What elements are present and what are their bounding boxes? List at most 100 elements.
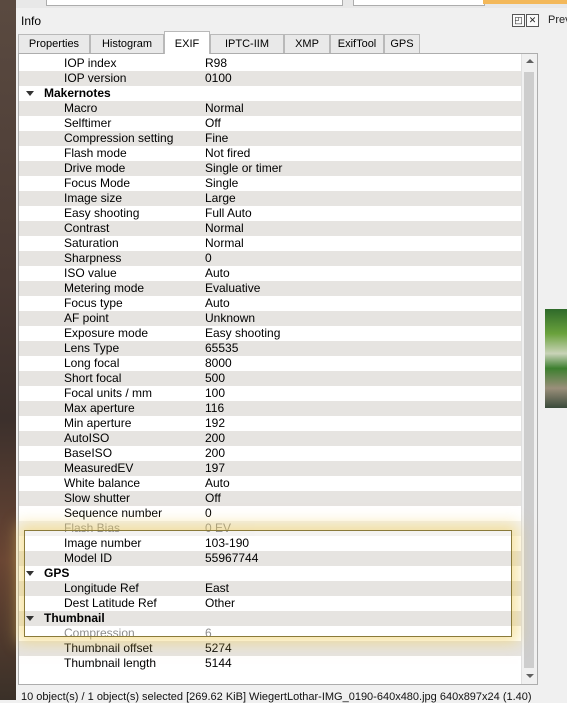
vertical-scrollbar[interactable] — [521, 54, 537, 684]
scroll-up-icon[interactable] — [526, 59, 534, 63]
table-row[interactable]: Focus type Auto — [19, 296, 523, 311]
table-row[interactable]: Image number 103-190 — [19, 536, 523, 551]
property-name: Thumbnail offset — [64, 641, 153, 655]
float-icon[interactable]: ◰ — [512, 14, 525, 27]
table-row[interactable]: White balance Auto — [19, 476, 523, 491]
property-value: 200 — [205, 431, 226, 445]
close-icon[interactable]: ✕ — [526, 14, 539, 27]
property-value: 103-190 — [205, 536, 250, 550]
tab-iptc-iim[interactable]: IPTC-IIM — [210, 34, 284, 53]
property-value: 8000 — [205, 356, 232, 370]
property-name: Selftimer — [64, 116, 112, 130]
property-name: Max aperture — [64, 401, 135, 415]
property-value: Not fired — [205, 146, 251, 160]
table-row[interactable]: Focal units / mm 100 — [19, 386, 523, 401]
table-row[interactable]: Model ID 55967744 — [19, 551, 523, 566]
table-row[interactable]: Longitude Ref East — [19, 581, 523, 596]
property-name: Sharpness — [64, 251, 122, 265]
property-name: Saturation — [64, 236, 119, 250]
table-row[interactable]: Image size Large — [19, 191, 523, 206]
property-name: MeasuredEV — [64, 461, 134, 475]
group-row[interactable]: Thumbnail — [19, 611, 523, 626]
property-name: ISO value — [64, 266, 117, 280]
property-name: Flash mode — [64, 146, 127, 160]
table-row[interactable]: Focus Mode Single — [19, 176, 523, 191]
property-value: Auto — [205, 476, 230, 490]
table-row[interactable]: AutoISO 200 — [19, 431, 523, 446]
table-row[interactable]: Selftimer Off — [19, 116, 523, 131]
table-row[interactable]: Compression setting Fine — [19, 131, 523, 146]
table-row[interactable]: Drive mode Single or timer — [19, 161, 523, 176]
property-name: IOP version — [64, 71, 127, 85]
table-row[interactable]: IOP index R98 — [19, 56, 523, 71]
property-value: 500 — [205, 371, 226, 385]
preview-image-partial — [545, 309, 567, 408]
property-name: BaseISO — [64, 446, 113, 460]
table-row[interactable]: AF point Unknown — [19, 311, 523, 326]
top-toolbar-partial — [16, 0, 567, 8]
scroll-down-icon[interactable] — [526, 674, 534, 678]
table-row[interactable]: Flash Bias 0 EV — [19, 521, 523, 536]
property-value: 5274 — [205, 641, 232, 655]
search-field-partial[interactable] — [46, 0, 343, 6]
table-row[interactable]: Flash mode Not fired — [19, 146, 523, 161]
table-row[interactable]: Compression 6 — [19, 626, 523, 641]
table-row[interactable]: Long focal 8000 — [19, 356, 523, 371]
table-row[interactable]: BaseISO 200 — [19, 446, 523, 461]
expand-arrow-icon[interactable] — [26, 91, 34, 96]
table-row[interactable]: Min aperture 192 — [19, 416, 523, 431]
tab-exif[interactable]: EXIF — [164, 31, 210, 54]
tab-histogram[interactable]: Histogram — [90, 34, 164, 53]
table-row[interactable]: Sharpness 0 — [19, 251, 523, 266]
exif-rows: IOP index R98 IOP version 0100 Makernotes Mac… — [19, 56, 523, 671]
property-name: Flash Bias — [64, 521, 121, 535]
property-value: 5144 — [205, 656, 232, 670]
table-row[interactable]: Dest Latitude Ref Other — [19, 596, 523, 611]
property-name: Focus type — [64, 296, 123, 310]
table-row[interactable]: Thumbnail offset 5274 — [19, 641, 523, 656]
table-row[interactable]: Sequence number 0 — [19, 506, 523, 521]
property-name: Easy shooting — [64, 206, 140, 220]
table-row[interactable]: Saturation Normal — [19, 236, 523, 251]
table-row[interactable]: Exposure mode Easy shooting — [19, 326, 523, 341]
property-name: Long focal — [64, 356, 120, 370]
table-row[interactable]: ISO value Auto — [19, 266, 523, 281]
table-row[interactable]: Lens Type 65535 — [19, 341, 523, 356]
table-row[interactable]: Contrast Normal — [19, 221, 523, 236]
property-value: 6 — [205, 626, 212, 640]
property-value: Full Auto — [205, 206, 252, 220]
table-row[interactable]: Slow shutter Off — [19, 491, 523, 506]
tab-gps[interactable]: GPS — [384, 34, 420, 53]
table-row[interactable]: IOP version 0100 — [19, 71, 523, 86]
property-name: AutoISO — [64, 431, 110, 445]
table-row[interactable]: MeasuredEV 197 — [19, 461, 523, 476]
property-name: Sequence number — [64, 506, 163, 520]
table-row[interactable]: Easy shooting Full Auto — [19, 206, 523, 221]
property-name: AF point — [64, 311, 109, 325]
scrollbar-thumb[interactable] — [524, 72, 534, 668]
table-row[interactable]: Thumbnail length 5144 — [19, 656, 523, 671]
property-name: Focal units / mm — [64, 386, 153, 400]
table-row[interactable]: Short focal 500 — [19, 371, 523, 386]
table-row[interactable]: Macro Normal — [19, 101, 523, 116]
tab-xmp[interactable]: XMP — [284, 34, 330, 53]
tab-properties[interactable]: Properties — [18, 34, 90, 53]
expand-arrow-icon[interactable] — [26, 571, 34, 576]
property-value: 65535 — [205, 341, 239, 355]
exif-table[interactable]: IOP index R98 IOP version 0100 Makernotes Mac… — [18, 53, 538, 685]
table-row[interactable]: Max aperture 116 — [19, 401, 523, 416]
property-name: Image size — [64, 191, 123, 205]
table-row[interactable]: Metering mode Evaluative — [19, 281, 523, 296]
tab-exiftool[interactable]: ExifTool — [330, 34, 384, 53]
property-name: Exposure mode — [64, 326, 149, 340]
property-value: 100 — [205, 386, 226, 400]
info-tab-bar: Properties Histogram EXIF IPTC-IIM XMP E… — [18, 31, 538, 54]
expand-arrow-icon[interactable] — [26, 616, 34, 621]
group-row[interactable]: GPS — [19, 566, 523, 581]
property-name: Metering mode — [64, 281, 145, 295]
property-value: Normal — [205, 221, 244, 235]
filter-field-partial[interactable] — [353, 0, 485, 6]
property-name: Contrast — [64, 221, 110, 235]
preview-panel-label: Prev — [548, 14, 567, 26]
group-row[interactable]: Makernotes — [19, 86, 523, 101]
